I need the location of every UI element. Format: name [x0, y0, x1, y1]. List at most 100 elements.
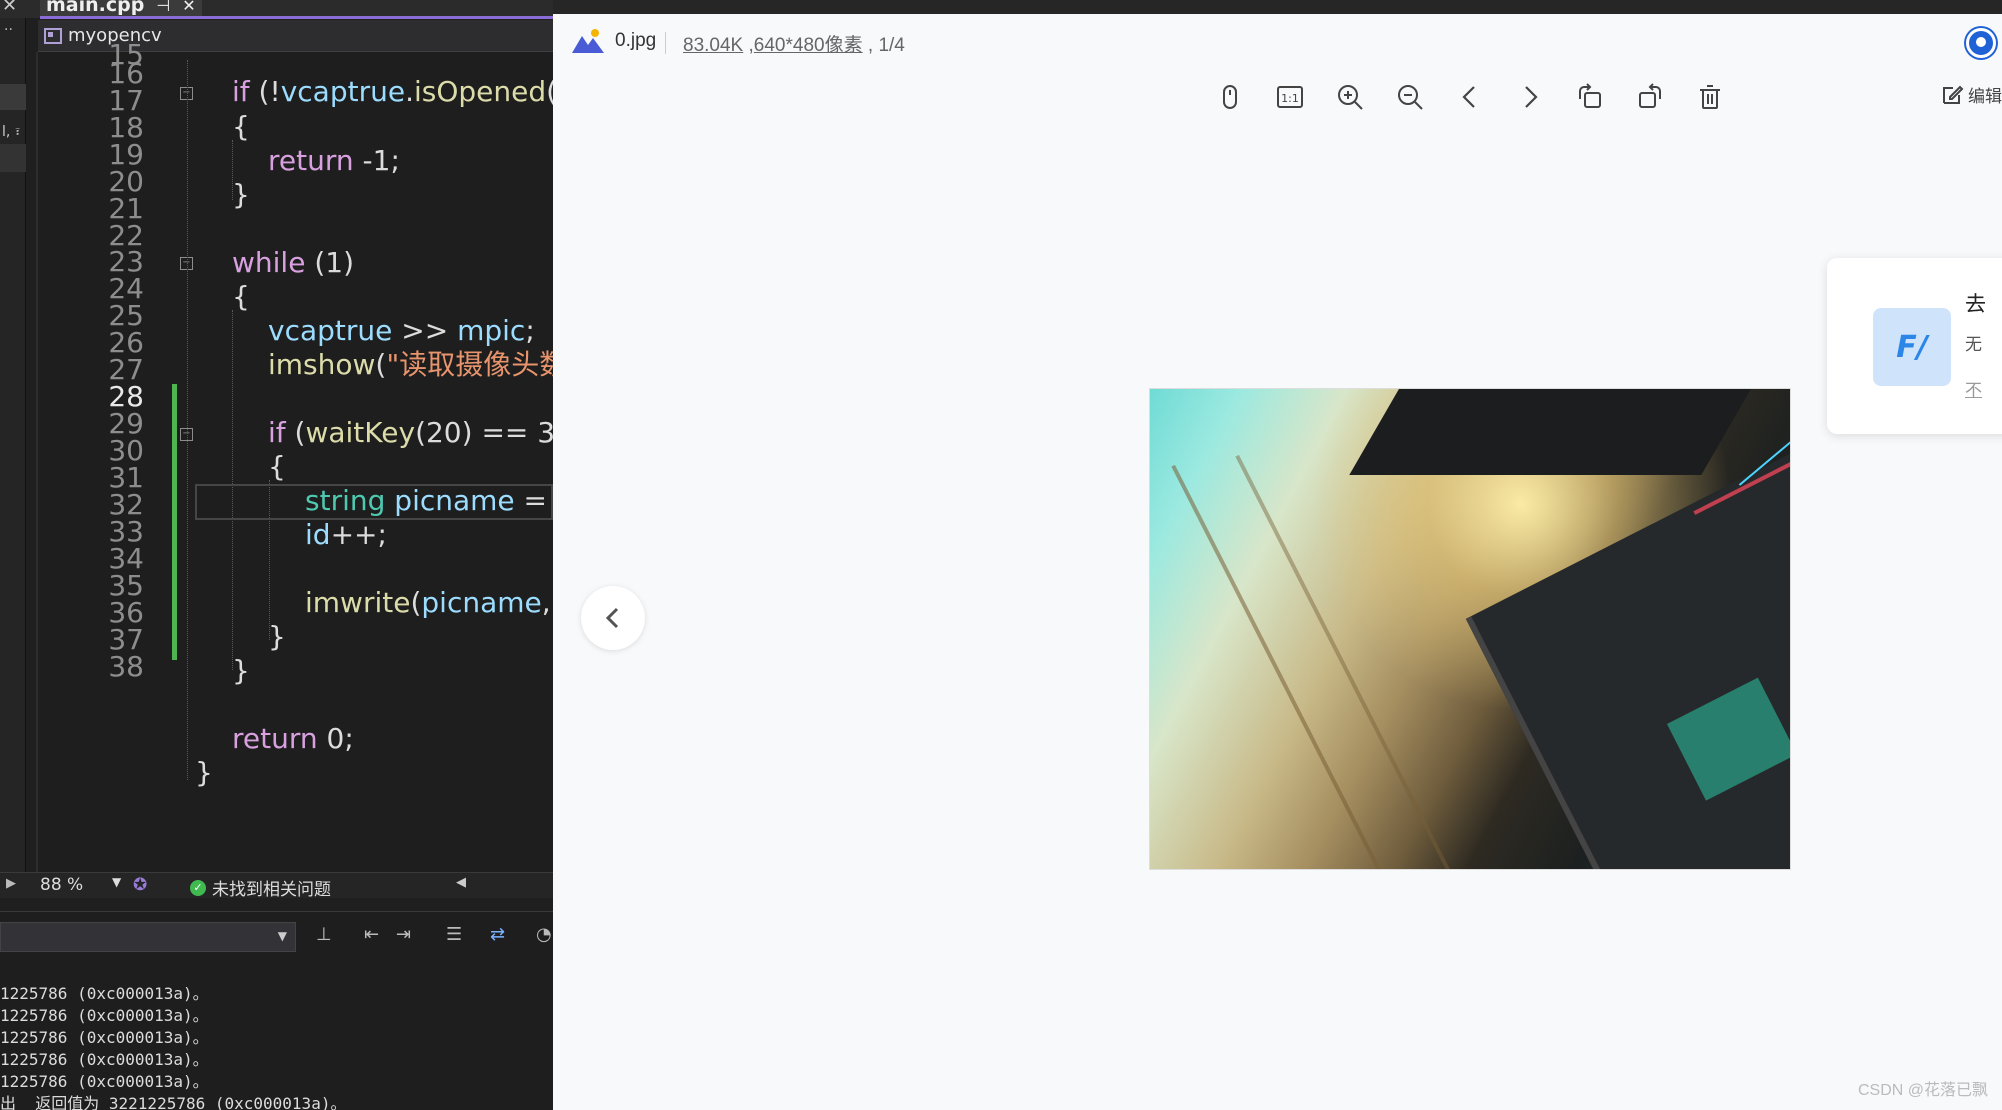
- code-line: {: [232, 110, 250, 144]
- image-edit-icon: F/: [1873, 308, 1951, 386]
- indent-left-icon[interactable]: ⇤: [364, 924, 388, 950]
- code-token: vcaptrue: [268, 314, 393, 347]
- code-token: return: [232, 722, 318, 755]
- next-icon[interactable]: [1515, 82, 1545, 112]
- code-token: picname: [421, 586, 542, 619]
- editor-tab-main-cpp[interactable]: main.cpp ⊣ ✕: [40, 0, 202, 16]
- file-info: 83.04K ,640*480像素 , 1/4: [683, 35, 905, 56]
- issues-text: 未找到相关问题: [212, 880, 331, 900]
- copilot-icon[interactable]: ✪: [133, 875, 147, 895]
- code-token: (: [375, 348, 387, 381]
- code-token: }: [195, 756, 213, 789]
- code-token: >>: [392, 314, 458, 347]
- notification-title: 去: [1965, 293, 1986, 316]
- window-top-edge: [553, 0, 2002, 14]
- code-token: "读取摄像头数: [386, 348, 553, 381]
- align-icon[interactable]: ⊥: [316, 924, 340, 950]
- previous-icon[interactable]: [1455, 82, 1485, 112]
- close-icon[interactable]: ✕: [2, 0, 17, 16]
- notification-card[interactable]: F/ 去 无 不: [1827, 258, 2002, 434]
- code-token: = t: [523, 484, 548, 517]
- code-line: return 0;: [232, 722, 354, 756]
- tab-close-icon[interactable]: ✕: [182, 0, 195, 15]
- code-token: isOpened: [413, 75, 547, 108]
- viewer-titlebar: 0.jpg 83.04K ,640*480像素 , 1/4: [553, 14, 2002, 70]
- code-token: .: [405, 75, 414, 108]
- editor-status-bar: ▶ 88 % ▼ ✪ ✓ 未找到相关问题 ◀: [0, 872, 553, 900]
- scroll-left-icon[interactable]: ◀: [456, 875, 466, 890]
- code-line: imwrite(picname, m: [305, 586, 553, 620]
- code-line: if (waitKey(20) == 32: [268, 416, 553, 450]
- code-token: (: [410, 586, 422, 619]
- code-token: mpic: [457, 314, 526, 347]
- delete-icon[interactable]: [1695, 82, 1725, 112]
- rotate-left-icon[interactable]: [1575, 82, 1605, 112]
- output-line: 1225786 (0xc000013a)。: [0, 1072, 209, 1091]
- indent-guide: [187, 60, 188, 780]
- word-wrap-icon[interactable]: ⇄: [490, 924, 514, 950]
- previous-image-button[interactable]: [581, 586, 645, 650]
- zoom-level[interactable]: 88 %: [40, 875, 83, 895]
- image-canvas[interactable]: F/ 去 无 不 CSDN @花落已飘: [553, 122, 2002, 1110]
- displayed-photo[interactable]: [1149, 388, 1791, 870]
- user-avatar-icon[interactable]: [1966, 28, 1996, 58]
- code-token: (!: [249, 75, 281, 108]
- line-number: 38: [108, 650, 144, 683]
- code-token: imshow: [268, 348, 376, 381]
- output-panel: ▼ ⊥ ⇤ ⇥ ☰ ⇄ ◔ 1225786 (0xc000013a)。 1225…: [0, 912, 553, 1110]
- file-size[interactable]: 83.04K: [683, 35, 743, 56]
- indent-right-icon[interactable]: ⇥: [396, 924, 420, 950]
- code-token: picname: [394, 484, 515, 517]
- code-token: waitKey: [305, 416, 416, 449]
- code-token: if: [268, 416, 286, 449]
- code-line: }: [232, 178, 250, 212]
- zoom-in-icon[interactable]: [1335, 82, 1365, 112]
- active-tab-underline: [40, 16, 553, 19]
- mouse-icon[interactable]: [1215, 82, 1245, 112]
- code-token: if: [232, 75, 250, 108]
- code-line: }: [232, 654, 250, 688]
- code-token: {: [232, 110, 250, 143]
- code-line: imshow("读取摄像头数: [268, 348, 553, 382]
- pin-icon[interactable]: ⊣: [156, 0, 170, 15]
- file-name: 0.jpg: [615, 30, 657, 51]
- file-dimensions[interactable]: 640*480像素: [754, 35, 863, 56]
- code-token: {: [268, 450, 286, 483]
- code-token: (): [546, 75, 553, 108]
- output-line: 1225786 (0xc000013a)。: [0, 1006, 209, 1025]
- code-token: while: [232, 246, 306, 279]
- strip-dropdown-button[interactable]: [0, 84, 26, 110]
- code-line: while (1): [232, 246, 354, 280]
- zoom-dropdown-icon[interactable]: ▼: [112, 875, 121, 889]
- viewer-toolbar: 1:1 编辑: [553, 70, 2002, 122]
- expand-arrow-icon[interactable]: ▶: [6, 876, 16, 891]
- code-token: (20) == 32: [415, 416, 553, 449]
- rotate-right-icon[interactable]: [1635, 82, 1665, 112]
- edit-button[interactable]: 编辑: [1940, 82, 2002, 107]
- code-token: return: [268, 144, 354, 177]
- output-source-select[interactable]: ▼: [0, 922, 296, 952]
- actual-size-label: 1:1: [1281, 92, 1299, 105]
- panel-separator: [0, 900, 553, 912]
- issues-status[interactable]: ✓ 未找到相关问题: [190, 875, 331, 900]
- code-token: ++;: [330, 518, 387, 551]
- app-logo-icon: [572, 29, 604, 53]
- code-token: (: [285, 416, 306, 449]
- clear-all-icon[interactable]: ☰: [446, 924, 470, 950]
- strip-panel: [0, 144, 26, 172]
- zoom-out-icon[interactable]: [1395, 82, 1425, 112]
- code-line: }: [195, 756, 213, 790]
- code-token: -1;: [353, 144, 400, 177]
- watermark: CSDN @花落已飘: [1857, 1082, 1988, 1099]
- edit-label: 编辑: [1968, 87, 2002, 106]
- edit-icon: [1943, 85, 1964, 104]
- clock-icon[interactable]: ◔: [536, 924, 553, 950]
- output-line: 1225786 (0xc000013a)。: [0, 1028, 209, 1047]
- notification-link[interactable]: 不: [1965, 376, 1982, 401]
- chevron-down-icon: ▼: [277, 929, 287, 943]
- actual-size-button[interactable]: 1:1: [1275, 82, 1305, 112]
- code-token: }: [232, 654, 250, 687]
- code-token: 0;: [317, 722, 354, 755]
- code-token: }: [232, 178, 250, 211]
